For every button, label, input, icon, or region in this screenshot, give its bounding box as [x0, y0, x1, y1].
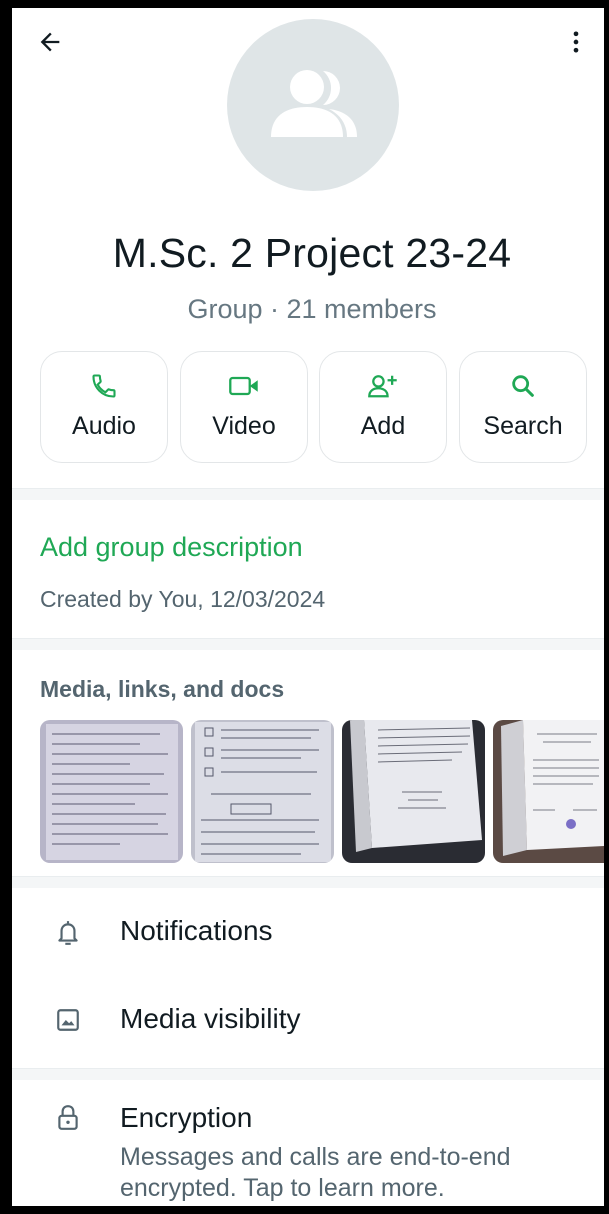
search-icon [512, 375, 534, 397]
more-options-button[interactable] [558, 24, 594, 60]
search-label: Search [483, 412, 563, 440]
created-by-text: Created by You, 12/03/2024 [40, 586, 326, 612]
add-label: Add [360, 412, 406, 440]
bell-icon [58, 921, 78, 945]
search-button[interactable]: Search [459, 351, 587, 463]
video-call-button[interactable]: Video [180, 351, 308, 463]
group-name: M.Sc. 2 Project 23-24 [112, 230, 512, 276]
form-document-image [40, 720, 183, 863]
phone-icon [92, 374, 116, 398]
encryption-label: Encryption [120, 1102, 253, 1133]
notifications-label: Notifications [120, 915, 273, 946]
section-divider [12, 488, 604, 500]
group-info-screen: M.Sc. 2 Project 23-24 Group · 21 members… [12, 8, 604, 1206]
media-thumbnail-4[interactable] [493, 720, 604, 863]
open-book-image [342, 720, 485, 863]
more-vertical-icon [573, 31, 579, 53]
quick-actions: Audio Video Add Search [40, 351, 590, 463]
media-thumbnail-3[interactable] [342, 720, 485, 863]
lock-icon [58, 1105, 78, 1130]
back-button[interactable] [32, 24, 68, 60]
add-group-description-link[interactable]: Add group description [40, 532, 303, 563]
add-person-icon [368, 375, 397, 398]
video-icon [229, 376, 258, 396]
section-divider [12, 1068, 604, 1080]
arrow-left-icon [40, 32, 60, 52]
video-label: Video [212, 412, 276, 440]
certificate-image [493, 720, 604, 863]
add-member-button[interactable]: Add [319, 351, 447, 463]
section-divider [12, 638, 604, 650]
audio-call-button[interactable]: Audio [40, 351, 168, 463]
media-thumbnail-1[interactable] [40, 720, 183, 863]
encryption-detail: Messages and calls are end-to-end encryp… [120, 1143, 511, 1202]
image-icon [57, 1009, 79, 1031]
media-visibility-row[interactable]: Media visibility [12, 1003, 604, 1035]
group-member-count: Group · 21 members [187, 294, 437, 324]
audio-label: Audio [72, 412, 136, 440]
media-section-title[interactable]: Media, links, and docs [40, 676, 284, 703]
notifications-row[interactable]: Notifications [12, 915, 604, 947]
encryption-row[interactable]: Encryption Messages and calls are end-to… [12, 1102, 604, 1204]
media-visibility-label: Media visibility [120, 1003, 301, 1034]
media-thumbnail-2[interactable] [191, 720, 334, 863]
group-avatar[interactable] [227, 19, 399, 191]
section-divider [12, 876, 604, 888]
group-icon [271, 70, 357, 137]
form-document-image [191, 720, 334, 863]
